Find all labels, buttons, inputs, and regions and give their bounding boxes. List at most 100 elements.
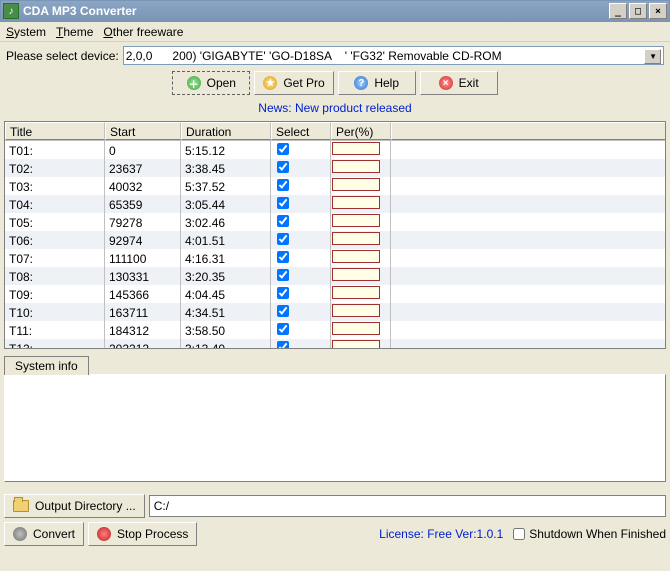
table-row[interactable]: T08:1303313:20.35 bbox=[5, 267, 665, 285]
cell-duration: 4:34.51 bbox=[181, 303, 271, 321]
shutdown-label: Shutdown When Finished bbox=[529, 527, 666, 541]
progress-bar bbox=[332, 322, 380, 335]
progress-bar bbox=[332, 142, 380, 155]
table-row[interactable]: T03:400325:37.52 bbox=[5, 177, 665, 195]
track-checkbox[interactable] bbox=[277, 179, 289, 191]
col-per[interactable]: Per(%) bbox=[331, 122, 391, 140]
track-grid-body[interactable]: T01:05:15.12T02:236373:38.45T03:400325:3… bbox=[5, 141, 665, 348]
cell-per bbox=[331, 303, 391, 321]
cell-duration: 3:58.50 bbox=[181, 321, 271, 339]
cell-start: 79278 bbox=[105, 213, 181, 231]
table-row[interactable]: T11:1843123:58.50 bbox=[5, 321, 665, 339]
cell-select bbox=[271, 231, 331, 249]
output-directory-label: Output Directory ... bbox=[35, 499, 136, 513]
system-info-tab[interactable]: System info bbox=[4, 356, 89, 375]
close-button[interactable]: × bbox=[649, 3, 667, 19]
track-grid: Title Start Duration Select Per(%) T01:0… bbox=[4, 121, 666, 349]
cell-select bbox=[271, 249, 331, 267]
cell-select bbox=[271, 177, 331, 195]
exit-icon: × bbox=[439, 76, 453, 90]
shutdown-checkbox[interactable] bbox=[513, 528, 525, 540]
cell-per bbox=[331, 267, 391, 285]
main-toolbar: ＋ Open ★ Get Pro ? Help × Exit bbox=[4, 71, 666, 97]
cell-start: 163711 bbox=[105, 303, 181, 321]
track-checkbox[interactable] bbox=[277, 251, 289, 263]
open-button[interactable]: ＋ Open bbox=[172, 71, 250, 95]
minimize-button[interactable]: _ bbox=[609, 3, 627, 19]
system-info-textarea[interactable] bbox=[4, 374, 666, 482]
device-select[interactable]: 2,0,0 200) 'GIGABYTE' 'GO-D18SA ' 'FG32'… bbox=[123, 46, 664, 65]
convert-button-label: Convert bbox=[33, 527, 75, 541]
cell-start: 40032 bbox=[105, 177, 181, 195]
track-checkbox[interactable] bbox=[277, 197, 289, 209]
cell-duration: 3:38.45 bbox=[181, 159, 271, 177]
cell-duration: 4:01.51 bbox=[181, 231, 271, 249]
table-row[interactable]: T04:653593:05.44 bbox=[5, 195, 665, 213]
track-grid-header: Title Start Duration Select Per(%) bbox=[5, 122, 665, 141]
output-path-value: C:/ bbox=[154, 499, 169, 513]
table-row[interactable]: T09:1453664:04.45 bbox=[5, 285, 665, 303]
cell-title: T03: bbox=[5, 177, 105, 195]
track-checkbox[interactable] bbox=[277, 287, 289, 299]
help-button[interactable]: ? Help bbox=[338, 71, 416, 95]
track-checkbox[interactable] bbox=[277, 305, 289, 317]
stop-process-button[interactable]: Stop Process bbox=[88, 522, 197, 546]
track-checkbox[interactable] bbox=[277, 269, 289, 281]
star-icon: ★ bbox=[263, 76, 277, 90]
stop-icon bbox=[97, 527, 111, 541]
progress-bar bbox=[332, 196, 380, 209]
open-icon: ＋ bbox=[187, 76, 201, 90]
menu-system[interactable]: System bbox=[6, 25, 46, 39]
track-checkbox[interactable] bbox=[277, 323, 289, 335]
cell-select bbox=[271, 159, 331, 177]
news-bar: News: New product released bbox=[4, 97, 666, 121]
convert-button[interactable]: Convert bbox=[4, 522, 84, 546]
track-checkbox[interactable] bbox=[277, 161, 289, 173]
output-directory-button[interactable]: Output Directory ... bbox=[4, 494, 145, 518]
cell-start: 130331 bbox=[105, 267, 181, 285]
table-row[interactable]: T12:2022123:13.40 bbox=[5, 339, 665, 348]
progress-bar bbox=[332, 160, 380, 173]
progress-bar bbox=[332, 286, 380, 299]
table-row[interactable]: T01:05:15.12 bbox=[5, 141, 665, 159]
track-checkbox[interactable] bbox=[277, 143, 289, 155]
col-title[interactable]: Title bbox=[5, 122, 105, 140]
cell-per bbox=[331, 177, 391, 195]
table-row[interactable]: T05:792783:02.46 bbox=[5, 213, 665, 231]
license-link[interactable]: License: Free Ver:1.0.1 bbox=[379, 527, 503, 541]
output-path-field[interactable]: C:/ bbox=[149, 495, 666, 517]
track-checkbox[interactable] bbox=[277, 233, 289, 245]
cell-title: T05: bbox=[5, 213, 105, 231]
col-duration[interactable]: Duration bbox=[181, 122, 271, 140]
cell-select bbox=[271, 339, 331, 348]
cell-title: T12: bbox=[5, 339, 105, 348]
cell-duration: 5:37.52 bbox=[181, 177, 271, 195]
track-checkbox[interactable] bbox=[277, 215, 289, 227]
cell-start: 202212 bbox=[105, 339, 181, 348]
device-label: Please select device: bbox=[6, 49, 119, 63]
app-icon: ♪ bbox=[3, 3, 19, 19]
menu-other-freeware[interactable]: Other freeware bbox=[103, 25, 183, 39]
cell-per bbox=[331, 321, 391, 339]
device-selected-value: 2,0,0 200) 'GIGABYTE' 'GO-D18SA ' 'FG32'… bbox=[126, 49, 502, 63]
menu-theme[interactable]: Theme bbox=[56, 25, 93, 39]
cell-duration: 3:13.40 bbox=[181, 339, 271, 348]
maximize-button[interactable]: □ bbox=[629, 3, 647, 19]
table-row[interactable]: T02:236373:38.45 bbox=[5, 159, 665, 177]
cell-per bbox=[331, 195, 391, 213]
cell-title: T11: bbox=[5, 321, 105, 339]
progress-bar bbox=[332, 250, 380, 263]
cell-start: 92974 bbox=[105, 231, 181, 249]
exit-button[interactable]: × Exit bbox=[420, 71, 498, 95]
news-link[interactable]: New product released bbox=[295, 101, 412, 115]
col-spacer bbox=[391, 122, 665, 140]
cell-select bbox=[271, 267, 331, 285]
table-row[interactable]: T06:929744:01.51 bbox=[5, 231, 665, 249]
col-start[interactable]: Start bbox=[105, 122, 181, 140]
track-checkbox[interactable] bbox=[277, 341, 289, 348]
progress-bar bbox=[332, 178, 380, 191]
get-pro-button[interactable]: ★ Get Pro bbox=[254, 71, 333, 95]
col-select[interactable]: Select bbox=[271, 122, 331, 140]
table-row[interactable]: T07:1111004:16.31 bbox=[5, 249, 665, 267]
table-row[interactable]: T10:1637114:34.51 bbox=[5, 303, 665, 321]
